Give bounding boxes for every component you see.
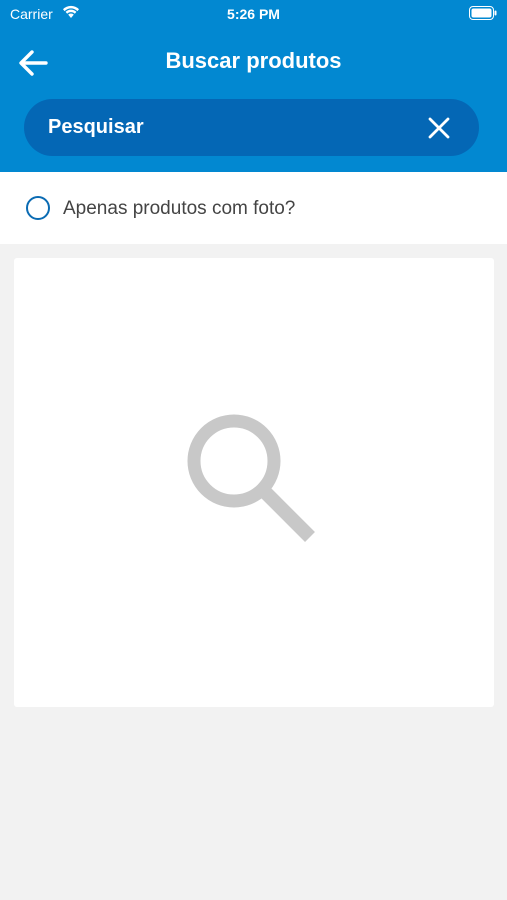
battery-icon: [469, 6, 497, 20]
photo-filter-label: Apenas produtos com foto?: [63, 198, 296, 219]
search-bar: [24, 99, 479, 156]
results-panel: [14, 258, 494, 707]
search-icon: [187, 414, 315, 542]
app-header: Carrier 5:26 PM Buscar produtos: [0, 0, 507, 172]
search-input[interactable]: [48, 99, 408, 156]
photo-filter-toggle[interactable]: Apenas produtos com foto?: [0, 172, 507, 244]
status-bar: Carrier 5:26 PM: [0, 0, 507, 28]
page-title: Buscar produtos: [165, 48, 342, 73]
clear-search-button[interactable]: [423, 112, 455, 144]
photo-filter-radio[interactable]: [26, 196, 50, 220]
close-icon: [428, 117, 450, 139]
status-time: 5:26 PM: [227, 6, 280, 22]
